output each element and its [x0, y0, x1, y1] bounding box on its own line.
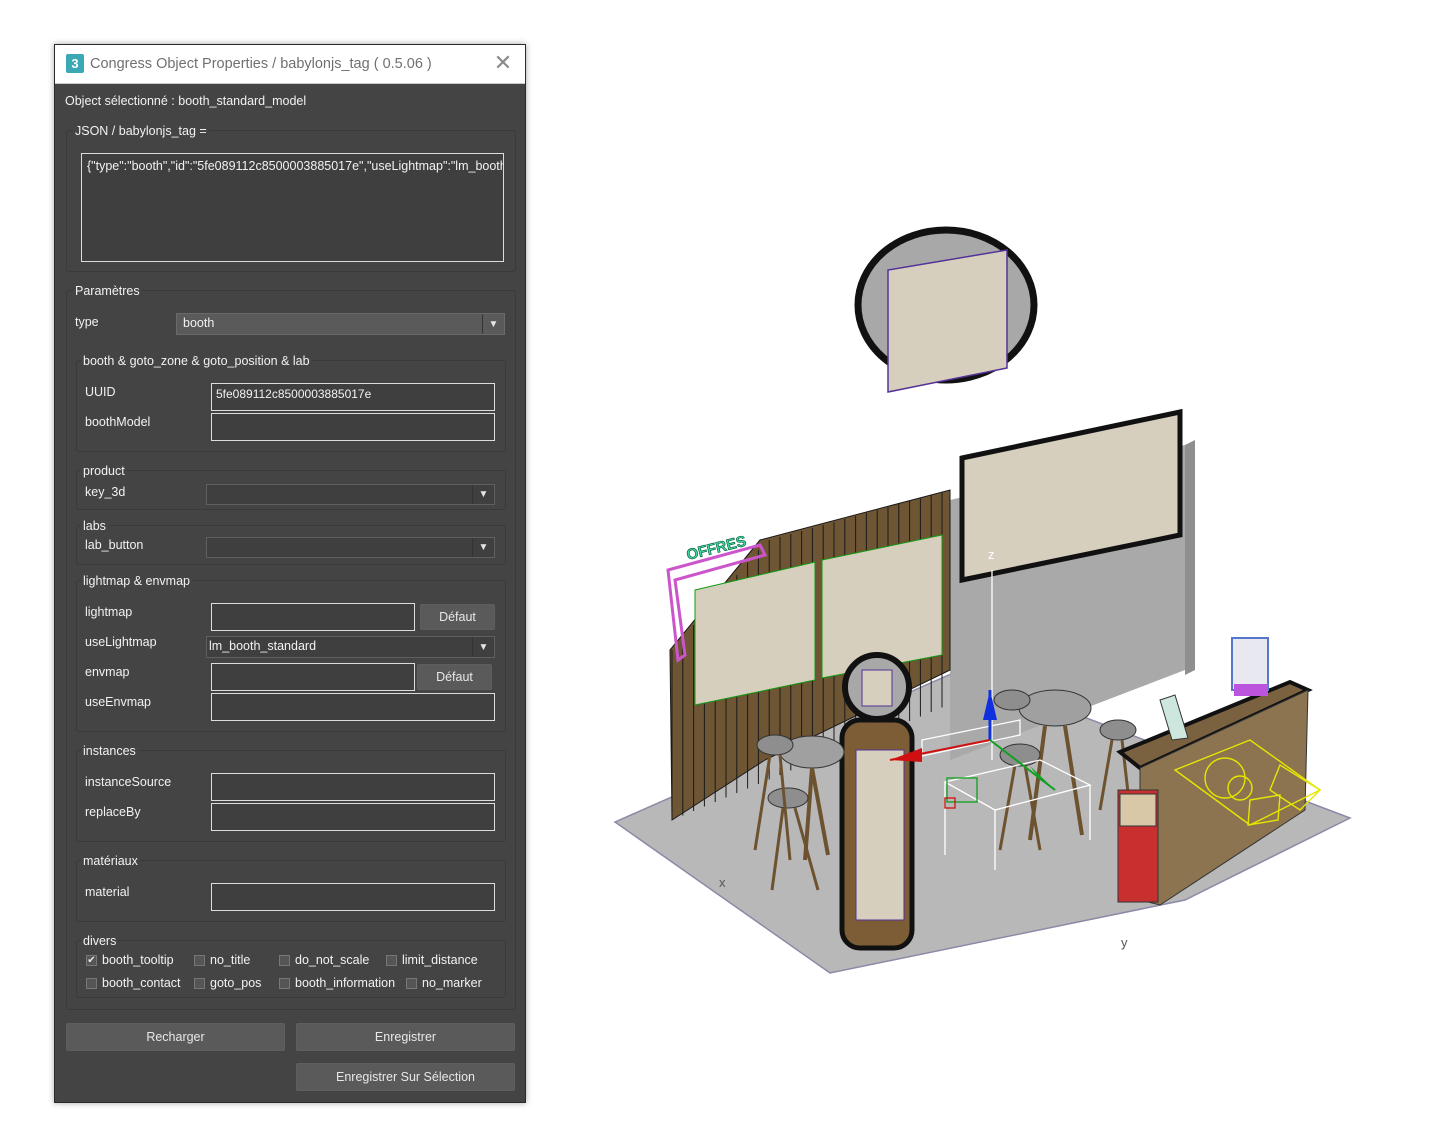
checkbox-label: booth_information [295, 976, 396, 990]
uuid-label: UUID [85, 385, 116, 399]
use-envmap-field[interactable] [211, 693, 495, 721]
save-on-selection-button[interactable]: Enregistrer Sur Sélection [296, 1063, 515, 1091]
selected-object-label: Object sélectionné : booth_standard_mode… [65, 94, 307, 108]
lightmap-label: lightmap [85, 605, 133, 619]
use-lightmap-dropdown[interactable]: lm_booth_standard ▼ [206, 636, 495, 658]
back-wall-side [1185, 440, 1195, 675]
checkbox-no-title[interactable]: no_title [194, 953, 250, 967]
checkbox-no-marker[interactable]: no_marker [406, 976, 482, 990]
material-label: material [85, 885, 130, 899]
lightmap-default-button[interactable]: Défaut [420, 604, 495, 630]
checkbox-do-not-scale[interactable]: do_not_scale [279, 953, 369, 967]
hanging-circle-panel [887, 249, 1008, 393]
key3d-label: key_3d [85, 485, 126, 499]
checkbox-label: do_not_scale [295, 953, 370, 967]
3d-viewport[interactable]: OFFRES x y z [600, 200, 1380, 1000]
json-textarea[interactable]: {"type":"booth","id":"5fe089112c85000038… [81, 153, 504, 262]
booth-model-label: boothModel [85, 415, 151, 429]
title-bar[interactable]: 3 Congress Object Properties / babylonjs… [55, 45, 525, 84]
product-group-label: product [81, 464, 127, 478]
replace-by-label: replaceBy [85, 805, 141, 819]
uuid-field[interactable]: 5fe089112c8500003885017e [211, 383, 495, 411]
axis-z-label: z [988, 547, 995, 562]
checkbox-box[interactable] [279, 977, 290, 989]
reload-button[interactable]: Recharger [66, 1023, 285, 1051]
material-field[interactable] [211, 883, 495, 911]
chevron-down-icon: ▼ [472, 637, 494, 657]
instance-source-label: instanceSource [85, 775, 172, 789]
instances-group-label: instances [81, 744, 138, 758]
lightmap-field[interactable] [211, 603, 415, 631]
instance-source-field[interactable] [211, 773, 495, 801]
checkbox-booth-contact[interactable]: booth_contact [86, 976, 181, 990]
totem-panel [855, 749, 905, 921]
checkbox-label: booth_tooltip [102, 953, 174, 967]
use-lightmap-value: lm_booth_standard [209, 639, 317, 653]
booth-model-field[interactable] [211, 413, 495, 441]
chevron-down-icon: ▼ [482, 314, 504, 334]
type-dropdown[interactable]: booth ▼ [176, 313, 505, 335]
checkbox-box[interactable] [194, 954, 205, 966]
checkbox-box[interactable] [386, 954, 397, 966]
type-dropdown-value: booth [183, 316, 215, 330]
checkbox-booth-tooltip[interactable]: ✔ booth_tooltip [86, 953, 174, 967]
checkmark-icon[interactable]: ✔ [86, 954, 97, 966]
materials-group-label: matériaux [81, 854, 140, 868]
checkbox-booth-information[interactable]: booth_information [279, 976, 395, 990]
chevron-down-icon: ▼ [472, 538, 494, 557]
json-group-label: JSON / babylonjs_tag = [73, 124, 209, 138]
checkbox-box[interactable] [406, 977, 417, 989]
checkbox-label: limit_distance [402, 953, 478, 967]
checkbox-goto-pos[interactable]: goto_pos [194, 976, 261, 990]
save-button[interactable]: Enregistrer [296, 1023, 515, 1051]
checkbox-label: no_title [210, 953, 251, 967]
lab-button-dropdown[interactable]: ▼ [206, 537, 495, 558]
envmap-default-button[interactable]: Défaut [417, 664, 492, 690]
booth-scene: OFFRES [613, 226, 1352, 974]
app-icon: 3 [66, 54, 84, 73]
axis-y-label: y [1121, 935, 1128, 950]
lab-button-label: lab_button [85, 538, 144, 552]
window-title: Congress Object Properties / babylonjs_t… [90, 56, 432, 72]
chevron-down-icon: ▼ [472, 485, 494, 504]
use-envmap-label: useEnvmap [85, 695, 152, 709]
parameters-group-label: Paramètres [73, 284, 142, 298]
checkbox-label: goto_pos [210, 976, 262, 990]
checkbox-box[interactable] [279, 954, 290, 966]
close-icon[interactable]: ✕ [491, 52, 515, 76]
use-lightmap-label: useLightmap [85, 635, 157, 649]
key3d-dropdown[interactable]: ▼ [206, 484, 495, 505]
type-label: type [75, 315, 99, 329]
checkbox-label: booth_contact [102, 976, 181, 990]
envmap-field[interactable] [211, 663, 415, 691]
booth-group-label: booth & goto_zone & goto_position & lab [81, 354, 312, 368]
replace-by-field[interactable] [211, 803, 495, 831]
checkbox-limit-distance[interactable]: limit_distance [386, 953, 478, 967]
lightmap-group-label: lightmap & envmap [81, 574, 193, 588]
divers-group-label: divers [81, 934, 119, 948]
axis-x-label: x [719, 875, 726, 890]
checkbox-label: no_marker [422, 976, 482, 990]
checkbox-box[interactable] [194, 977, 205, 989]
envmap-label: envmap [85, 665, 130, 679]
offres-sign: OFFRES [685, 533, 748, 564]
properties-dialog: 3 Congress Object Properties / babylonjs… [54, 44, 526, 1103]
labs-group-label: labs [81, 519, 108, 533]
counter-sign [1231, 637, 1269, 691]
wall-panel-left [694, 561, 816, 706]
checkbox-box[interactable] [86, 977, 97, 989]
